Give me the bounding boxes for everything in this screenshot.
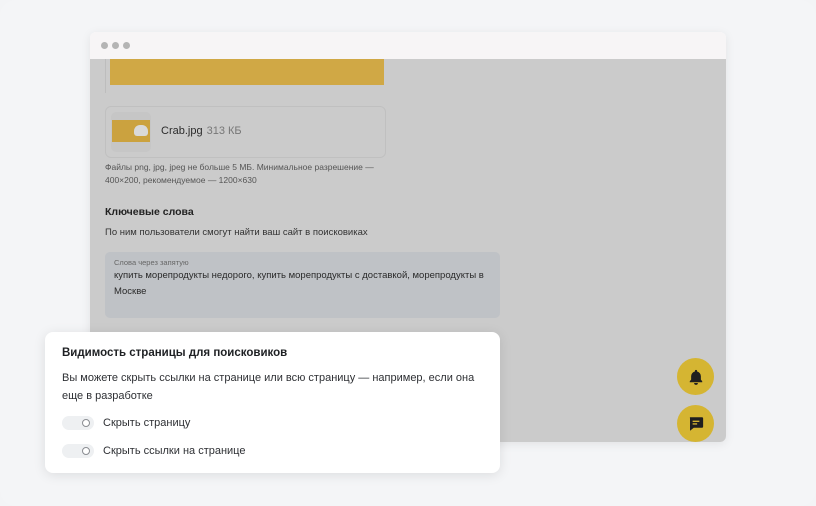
keywords-title: Ключевые слова bbox=[105, 206, 194, 218]
hide-links-row[interactable]: Скрыть ссылки на странице bbox=[62, 443, 245, 459]
browser-titlebar bbox=[90, 32, 726, 60]
upload-hint: Файлы png, jpg, jpeg не больше 5 МБ. Мин… bbox=[105, 162, 374, 185]
toggle-knob bbox=[82, 419, 90, 427]
notifications-button[interactable] bbox=[677, 358, 714, 395]
hide-links-label: Скрыть ссылки на странице bbox=[103, 445, 246, 457]
window-dot-2 bbox=[112, 42, 119, 49]
file-name: Crab.jpg bbox=[161, 125, 203, 137]
screenshot-frame: Crab.jpg 313 КБ Файлы png, jpg, jpeg не б… bbox=[0, 0, 816, 506]
keywords-placeholder: Слова через запятую bbox=[114, 258, 189, 267]
hide-links-toggle[interactable] bbox=[62, 444, 94, 458]
window-dot-3 bbox=[123, 42, 130, 49]
keywords-textarea[interactable]: Слова через запятую купить морепродукты … bbox=[105, 252, 500, 318]
window-dot-1 bbox=[101, 42, 108, 49]
keywords-description: По ним пользователи смогут найти ваш сай… bbox=[105, 227, 368, 238]
keywords-value: купить морепродукты недорого, купить мор… bbox=[114, 270, 484, 297]
crab-image-icon bbox=[134, 125, 148, 136]
bell-icon bbox=[689, 369, 702, 385]
visibility-description: Вы можете скрыть ссылки на странице или … bbox=[62, 372, 475, 402]
visibility-title: Видимость страницы для поисковиков bbox=[62, 347, 288, 359]
file-thumbnail-image bbox=[112, 120, 150, 142]
uploaded-file-card[interactable]: Crab.jpg 313 КБ bbox=[105, 106, 386, 158]
file-size: 313 КБ bbox=[206, 125, 242, 137]
divider bbox=[105, 59, 106, 93]
toggle-knob bbox=[82, 447, 90, 455]
hide-page-label: Скрыть страницу bbox=[103, 417, 191, 429]
hide-page-toggle[interactable] bbox=[62, 416, 94, 430]
file-thumbnail bbox=[111, 112, 151, 152]
visibility-settings-card: Видимость страницы для поисковиков Вы мо… bbox=[45, 332, 500, 473]
cover-image-preview bbox=[110, 59, 384, 85]
hide-page-row[interactable]: Скрыть страницу bbox=[62, 415, 190, 431]
chat-button[interactable] bbox=[677, 405, 714, 442]
chat-icon bbox=[689, 416, 703, 431]
